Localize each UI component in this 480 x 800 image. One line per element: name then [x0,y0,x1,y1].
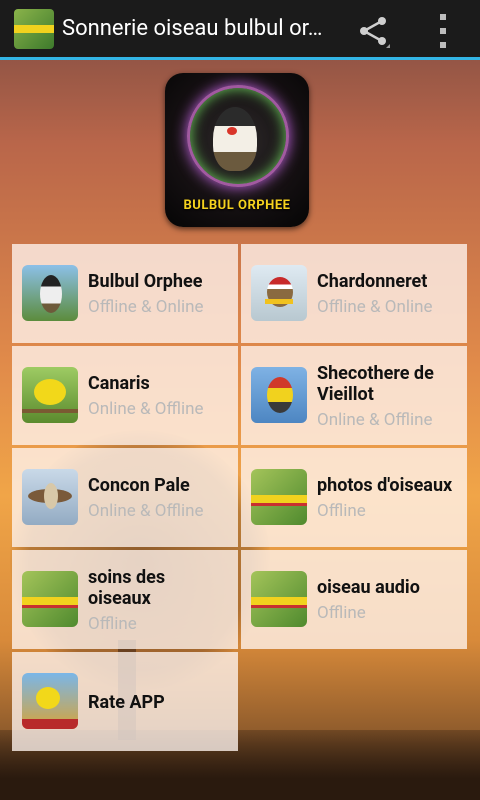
item-subtitle: Offline [317,603,366,623]
item-title: oiseau audio [317,577,420,598]
menu-item-shecothere-de-vieillot[interactable]: Shecothere de Vieillot Online & Offline [241,346,467,445]
menu-item-bulbul-orphee[interactable]: Bulbul Orphee Offline & Online [12,244,238,343]
item-title: Concon Pale [88,475,190,496]
app-title: Sonnerie oiseau bulbul or… [62,16,323,41]
item-title: Shecothere de Vieillot [317,363,434,405]
app-thumb-icon [251,571,307,627]
item-subtitle: Offline [317,501,366,521]
item-title: Chardonneret [317,271,428,292]
action-bar: Sonnerie oiseau bulbul or… [0,0,480,60]
header-logo: BULBUL ORPHEE [165,73,309,227]
hawk-thumb-icon [22,469,78,525]
menu-item-rate-app[interactable]: Rate APP [12,652,238,751]
menu-item-chardonneret[interactable]: Chardonneret Offline & Online [241,244,467,343]
item-subtitle: Online & Offline [88,501,204,521]
item-subtitle: Online & Offline [317,410,433,430]
barbet-thumb-icon [251,367,307,423]
app-thumb-icon [22,571,78,627]
item-title: photos d'oiseaux [317,475,453,496]
menu-item-soins-des-oiseaux[interactable]: soins des oiseaux Offline [12,550,238,649]
canary-thumb-icon [22,367,78,423]
item-subtitle: Offline [88,614,137,634]
logo-caption: BULBUL ORPHEE [183,198,291,213]
item-title: Rate APP [88,692,165,713]
menu-item-oiseau-audio[interactable]: oiseau audio Offline [241,550,467,649]
rate-thumb-icon [22,673,78,729]
item-title: soins des oiseaux [88,567,166,609]
item-subtitle: Offline & Online [88,297,204,317]
menu-item-canaris[interactable]: Canaris Online & Offline [12,346,238,445]
item-title: Bulbul Orphee [88,271,203,292]
app-icon[interactable] [14,8,54,49]
item-title: Canaris [88,373,150,394]
bulbul-thumb-icon [22,265,78,321]
overflow-menu-icon[interactable] [438,14,448,48]
item-subtitle: Offline & Online [317,297,433,317]
app-thumb-icon [251,469,307,525]
bulbul-bird-image [213,107,257,171]
menu-item-photos-oiseaux[interactable]: photos d'oiseaux Offline [241,448,467,547]
menu-item-concon-pale[interactable]: Concon Pale Online & Offline [12,448,238,547]
goldfinch-thumb-icon [251,265,307,321]
item-subtitle: Online & Offline [88,399,204,419]
share-icon[interactable] [356,14,390,48]
